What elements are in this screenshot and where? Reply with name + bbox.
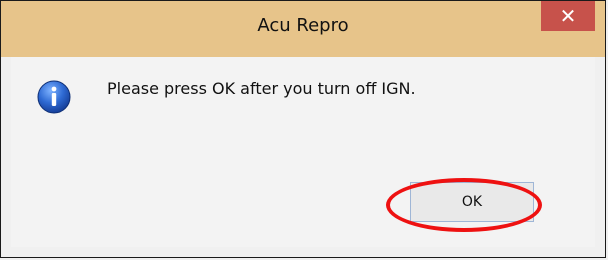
dialog-window: Acu Repro ✕ Please press OK after you tu… xyxy=(0,0,606,258)
title-bar: Acu Repro ✕ xyxy=(1,1,605,57)
highlight-ring xyxy=(386,178,542,232)
dialog-message: Please press OK after you turn off IGN. xyxy=(107,79,416,98)
info-icon xyxy=(37,80,71,114)
dialog-body: Please press OK after you turn off IGN. … xyxy=(11,57,595,247)
window-title: Acu Repro xyxy=(257,15,349,36)
close-button[interactable]: ✕ xyxy=(541,1,595,31)
